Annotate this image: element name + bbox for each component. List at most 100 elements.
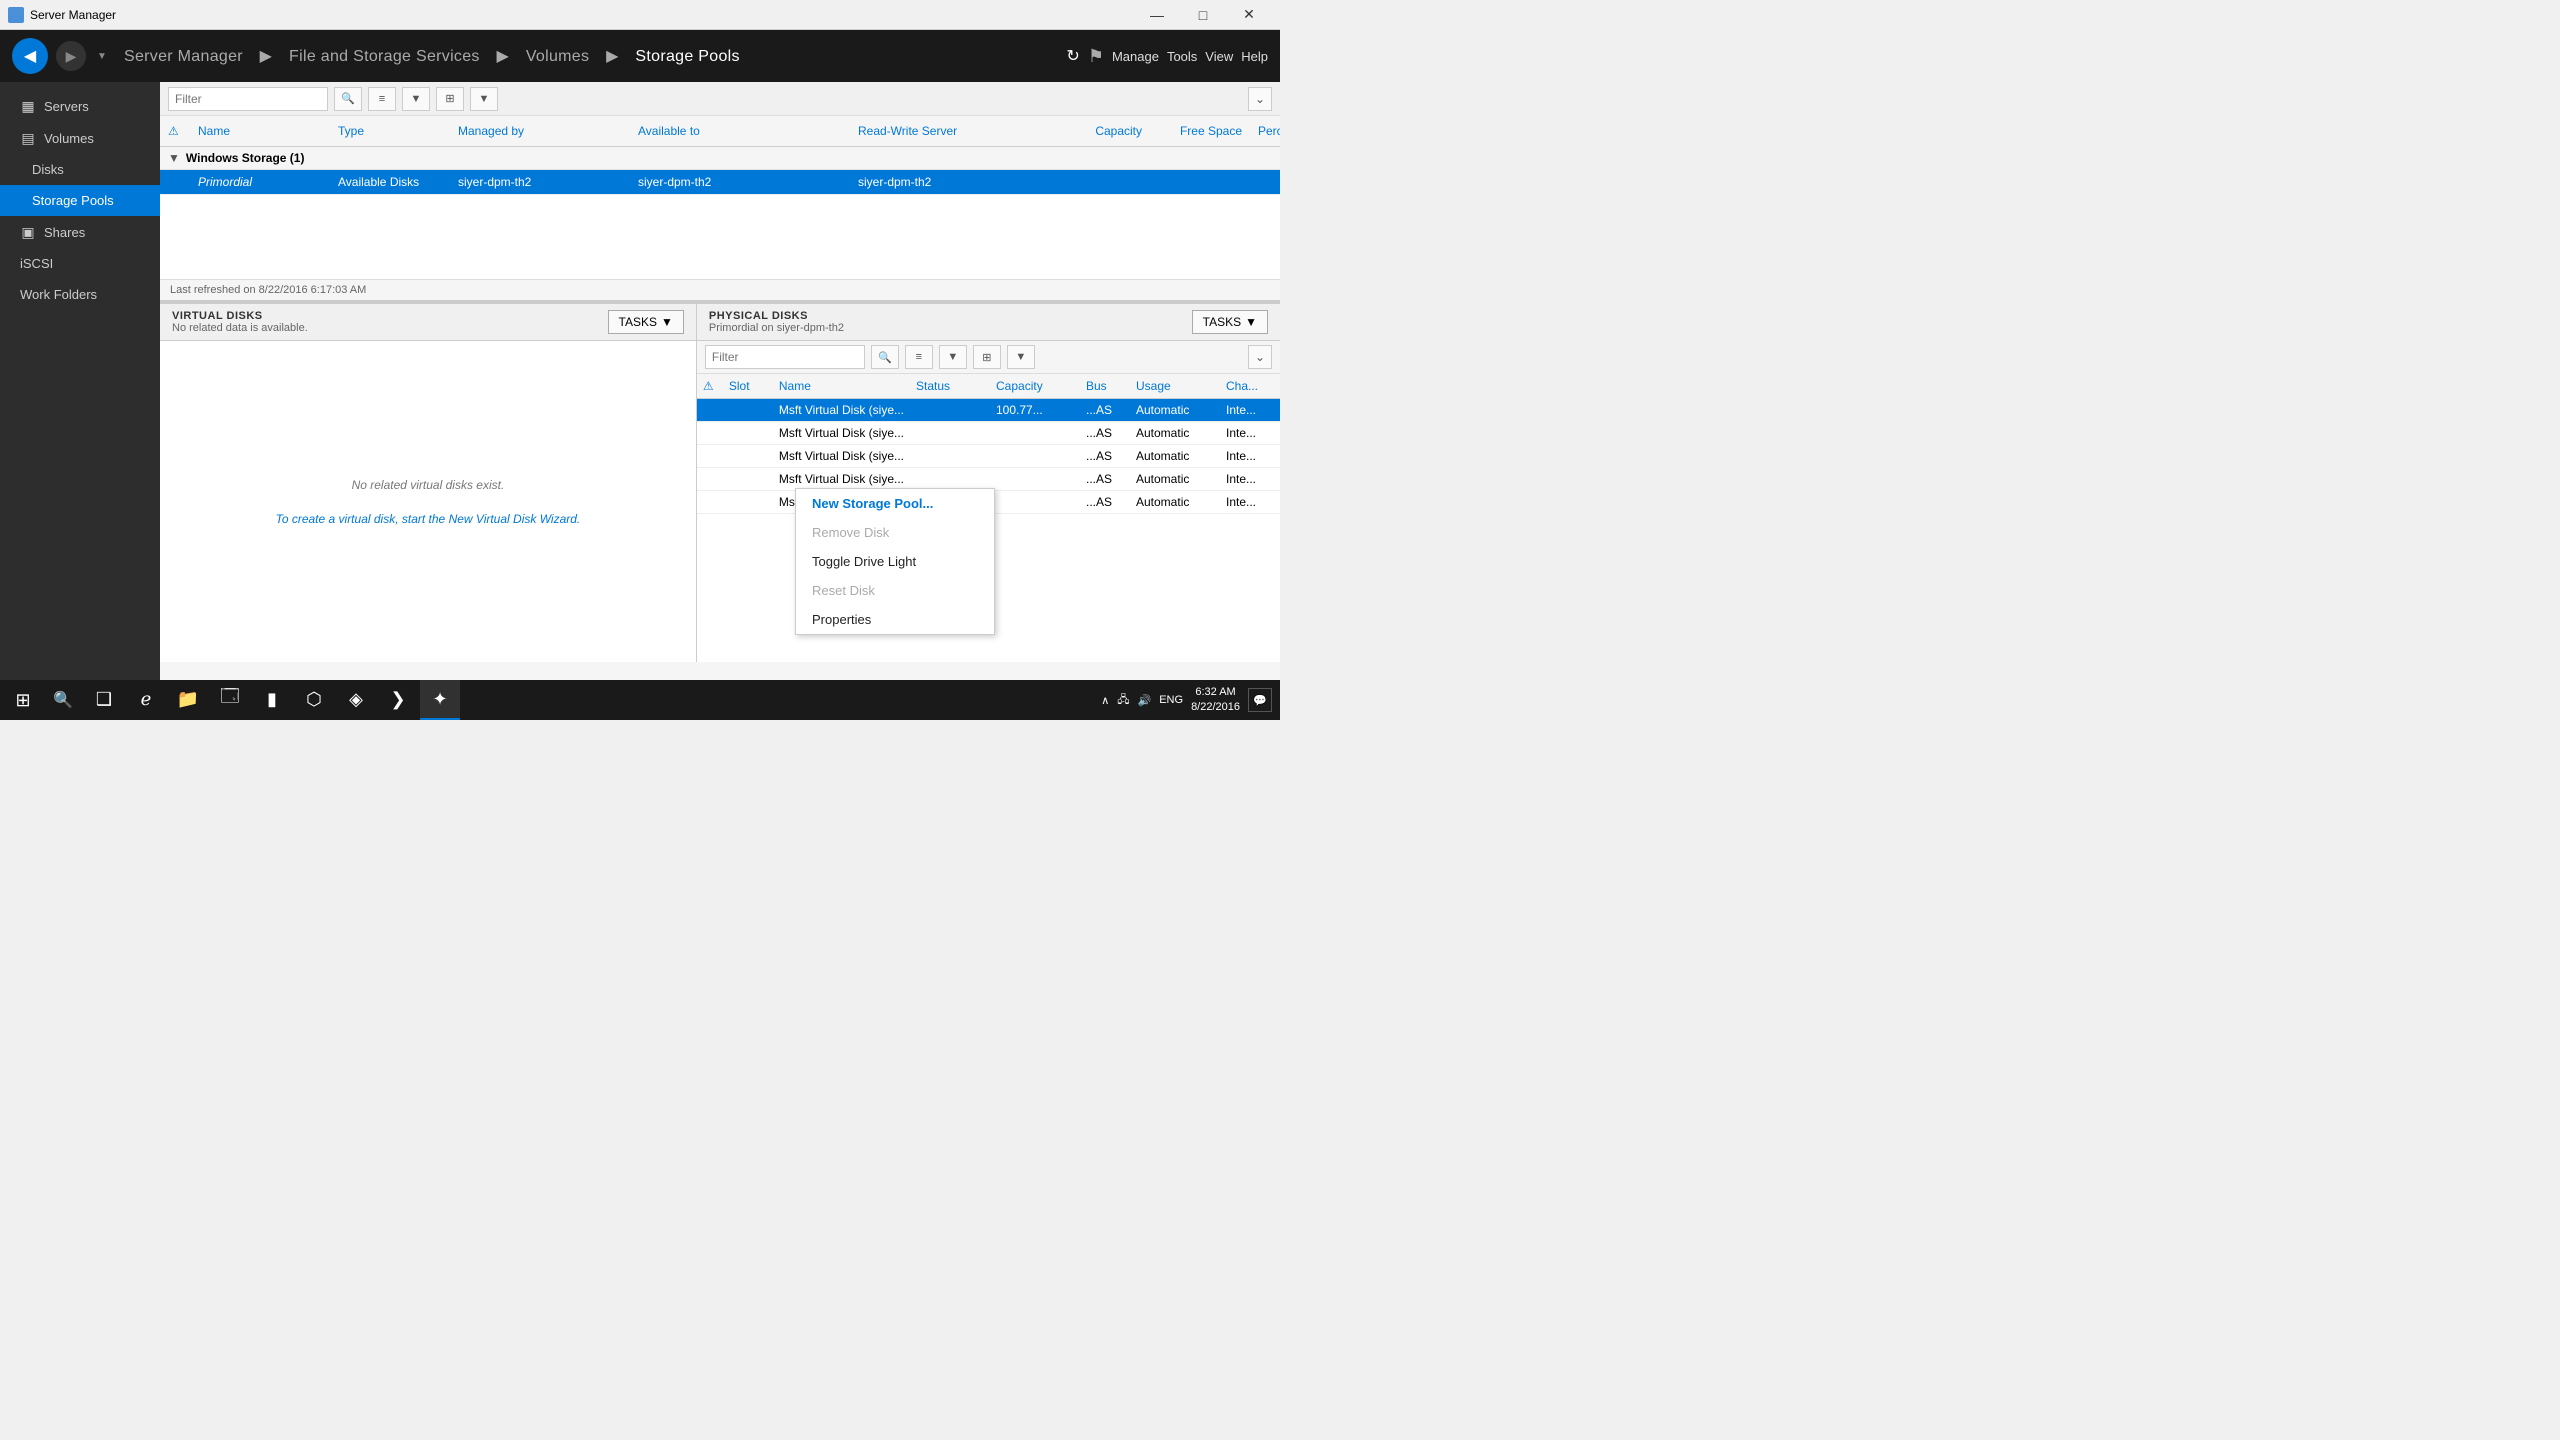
- sidebar-item-work-folders[interactable]: Work Folders: [0, 279, 160, 310]
- phys-chassis-header[interactable]: Cha...: [1220, 379, 1280, 393]
- main-layout: ▦ Servers ▤ Volumes Disks Storage Pools …: [0, 82, 1280, 680]
- row-available-cell: siyer-dpm-th2: [630, 175, 850, 189]
- taskbar-app-4[interactable]: ⬡: [294, 680, 334, 720]
- taskbar-app-taskview[interactable]: ❑: [84, 680, 124, 720]
- context-menu-item-toggle-drive-light[interactable]: Toggle Drive Light: [796, 547, 994, 576]
- sidebar-item-volumes[interactable]: ▤ Volumes: [0, 122, 160, 154]
- phys-capacity-header[interactable]: Capacity: [990, 379, 1080, 393]
- type-col-header[interactable]: Type: [330, 122, 450, 140]
- filter-search-button[interactable]: 🔍: [334, 87, 362, 111]
- taskbar-app-3[interactable]: 🗔: [210, 680, 250, 720]
- phys-table-row[interactable]: Msft Virtual Disk (siye... 100.77... ...…: [697, 399, 1280, 422]
- phys-expand-button[interactable]: ⌄: [1248, 345, 1272, 369]
- expand-button[interactable]: ⌄: [1248, 87, 1272, 111]
- tray-volume-icon[interactable]: 🔊: [1138, 694, 1152, 707]
- phys-bus-cell: ...AS: [1080, 449, 1130, 463]
- virtual-disks-tasks-button[interactable]: TASKS ▼: [608, 310, 684, 334]
- taskbar-app-ie[interactable]: ℯ: [126, 680, 166, 720]
- phys-search-button[interactable]: 🔍: [871, 345, 899, 369]
- sort-dropdown-button[interactable]: ▼: [470, 87, 498, 111]
- title-bar-title: Server Manager: [30, 8, 116, 22]
- create-virtual-disk-link[interactable]: To create a virtual disk, start the New …: [276, 512, 581, 526]
- phys-bus-cell: ...AS: [1080, 403, 1130, 417]
- start-button[interactable]: ⊞: [0, 680, 46, 720]
- storage-pools-filter[interactable]: [168, 87, 328, 111]
- taskbar-time-text: 6:32 AM: [1191, 685, 1240, 700]
- phys-usage-header[interactable]: Usage: [1130, 379, 1220, 393]
- taskbar-app-explorer[interactable]: 📁: [168, 680, 208, 720]
- taskbar-app-5[interactable]: ◈: [336, 680, 376, 720]
- sidebar-item-disks[interactable]: Disks: [0, 154, 160, 185]
- refresh-button[interactable]: ↻: [1066, 46, 1079, 66]
- breadcrumb-part1[interactable]: Server Manager: [124, 48, 243, 65]
- maximize-button[interactable]: □: [1180, 0, 1226, 30]
- title-bar: Server Manager — □ ✕: [0, 0, 1280, 30]
- phys-status-header[interactable]: Status: [910, 379, 990, 393]
- sidebar-item-storage-pools[interactable]: Storage Pools: [0, 185, 160, 216]
- phys-view-dropdown[interactable]: ▼: [939, 345, 967, 369]
- name-col-header[interactable]: Name: [190, 122, 330, 140]
- warning-col-header: ⚠: [160, 122, 190, 140]
- taskbar-app-console[interactable]: ▮: [252, 680, 292, 720]
- tray-lang: ENG: [1159, 694, 1183, 706]
- servers-icon: ▦: [20, 98, 36, 114]
- phys-slot-header[interactable]: Slot: [723, 379, 773, 393]
- physical-disks-toolbar: 🔍 ≡ ▼ ⊞ ▼ ⌄: [697, 341, 1280, 374]
- breadcrumb-sep3: ▶: [606, 48, 623, 65]
- physical-disks-filter[interactable]: [705, 345, 865, 369]
- available-col-header[interactable]: Available to: [630, 122, 850, 140]
- virtual-disks-content: No related virtual disks exist. To creat…: [160, 341, 696, 662]
- breadcrumb-part3[interactable]: Volumes: [526, 48, 589, 65]
- context-menu-item-properties[interactable]: Properties: [796, 605, 994, 634]
- phys-view-button[interactable]: ≡: [905, 345, 933, 369]
- sidebar-item-iscsi[interactable]: iSCSI: [0, 248, 160, 279]
- manage-menu[interactable]: Manage: [1112, 49, 1159, 64]
- phys-bus-header[interactable]: Bus: [1080, 379, 1130, 393]
- sidebar-item-servers[interactable]: ▦ Servers: [0, 90, 160, 122]
- physical-disks-tasks-button[interactable]: TASKS ▼: [1192, 310, 1268, 334]
- group-collapse-icon[interactable]: ▼: [168, 151, 180, 165]
- nav-history-dropdown[interactable]: ▼: [94, 41, 110, 71]
- taskbar-notification-button[interactable]: 💬: [1248, 688, 1272, 712]
- capacity-col-header[interactable]: Capacity: [1050, 122, 1150, 140]
- phys-name-header[interactable]: Name: [773, 379, 910, 393]
- back-button[interactable]: ◀: [12, 38, 48, 74]
- breadcrumb-part2[interactable]: File and Storage Services: [289, 48, 480, 65]
- free-space-col-header[interactable]: Free Space: [1150, 122, 1250, 140]
- storage-pools-table: ▼ Windows Storage (1) Primordial Availab…: [160, 147, 1280, 279]
- taskbar-search-button[interactable]: 🔍: [46, 680, 80, 720]
- phys-table-row[interactable]: Msft Virtual Disk (siye... ...AS Automat…: [697, 422, 1280, 445]
- help-menu[interactable]: Help: [1241, 49, 1268, 64]
- view-menu[interactable]: View: [1205, 49, 1233, 64]
- tools-menu[interactable]: Tools: [1167, 49, 1197, 64]
- sidebar-label-work-folders: Work Folders: [20, 287, 97, 302]
- pct-col-header[interactable]: Percent Allocated: [1250, 122, 1280, 140]
- close-button[interactable]: ✕: [1226, 0, 1272, 30]
- view-dropdown-button[interactable]: ▼: [402, 87, 430, 111]
- taskbar-clock[interactable]: 6:32 AM 8/22/2016: [1191, 685, 1240, 716]
- managed-col-header[interactable]: Managed by: [450, 122, 630, 140]
- forward-button[interactable]: ▶: [56, 41, 86, 71]
- rw-col-header[interactable]: Read-Write Server: [850, 122, 1050, 140]
- minimize-button[interactable]: —: [1134, 0, 1180, 30]
- sidebar-label-iscsi: iSCSI: [20, 256, 53, 271]
- last-refreshed: Last refreshed on 8/22/2016 6:17:03 AM: [160, 279, 1280, 300]
- title-bar-left: Server Manager: [8, 7, 116, 23]
- phys-sort-dropdown[interactable]: ▼: [1007, 345, 1035, 369]
- phys-sort-button[interactable]: ⊞: [973, 345, 1001, 369]
- taskbar-app-powershell[interactable]: ❯: [378, 680, 418, 720]
- context-menu-item-new-storage-pool[interactable]: New Storage Pool...: [796, 489, 994, 518]
- phys-chassis-cell: Inte...: [1220, 449, 1280, 463]
- sort-button[interactable]: ⊞: [436, 87, 464, 111]
- storage-pools-group-label: Windows Storage (1): [186, 151, 305, 165]
- phys-bus-cell: ...AS: [1080, 426, 1130, 440]
- sidebar-item-shares[interactable]: ▣ Shares: [0, 216, 160, 248]
- table-row[interactable]: Primordial Available Disks siyer-dpm-th2…: [160, 170, 1280, 195]
- view-toggle-button[interactable]: ≡: [368, 87, 396, 111]
- taskbar-tray: ∧ 🖧 🔊 ENG 6:32 AM 8/22/2016 💬: [1093, 685, 1280, 716]
- context-menu-item-reset-disk: Reset Disk: [796, 576, 994, 605]
- phys-table-row[interactable]: Msft Virtual Disk (siye... ...AS Automat…: [697, 445, 1280, 468]
- breadcrumb: Server Manager ▶ File and Storage Servic…: [118, 46, 1058, 66]
- taskbar-app-active[interactable]: ✦: [420, 680, 460, 720]
- tray-up-arrow[interactable]: ∧: [1101, 694, 1109, 707]
